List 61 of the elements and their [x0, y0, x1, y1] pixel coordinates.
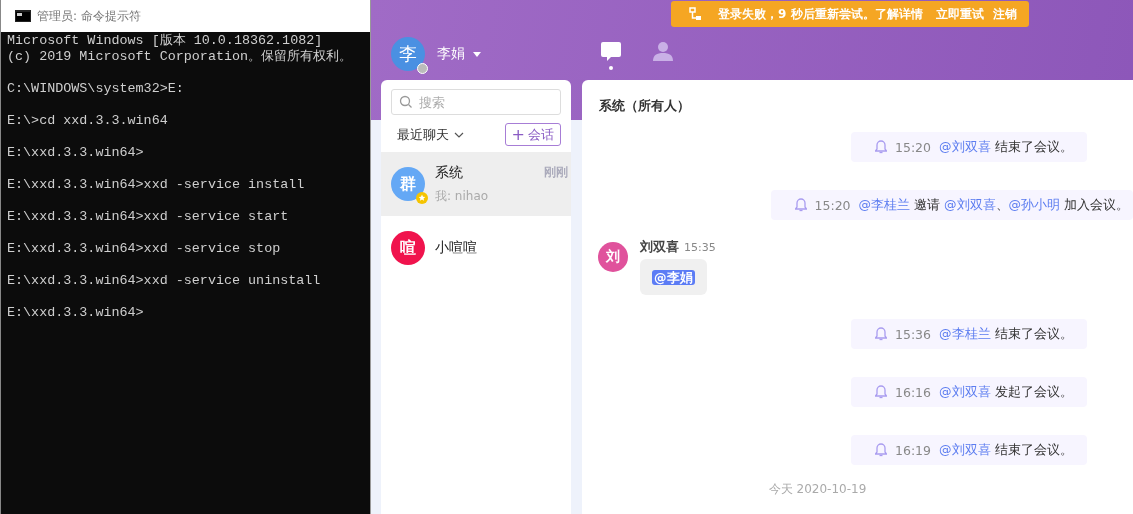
console-icon [15, 10, 31, 22]
notice-text: @刘双喜 发起了会议。 [939, 383, 1073, 401]
notice-time: 16:16 [895, 384, 932, 400]
console-line: (c) 2019 Microsoft Corporation。保留所有权利。 [7, 49, 354, 65]
bell-icon [875, 140, 887, 154]
contact-avatar: 群 [391, 167, 425, 201]
network-icon [689, 7, 703, 21]
mention-link[interactable]: @刘双喜 [939, 138, 991, 154]
notice-time: 15:20 [895, 139, 932, 155]
chevron-icon [454, 131, 464, 138]
conversation-item[interactable]: 群 系统 我: nihao 刚刚 [381, 152, 571, 216]
message-time: 15:35 [684, 241, 716, 254]
notice-time: 16:19 [895, 442, 932, 458]
notice-time: 15:20 [814, 197, 851, 213]
conversation-time: 刚刚 [544, 165, 568, 180]
banner-message: 登录失败，9 秒后重新尝试。了解详情 [718, 5, 923, 23]
console-line: E:\xxd.3.3.win64>xxd -service install [7, 177, 306, 193]
console-line: E:\>cd xxd.3.3.win64 [7, 113, 169, 129]
console-line: Microsoft Windows [版本 10.0.18362.1082] [7, 33, 324, 49]
mention-tag[interactable]: @李娟 [652, 270, 695, 285]
bell-icon [794, 198, 807, 212]
sender-avatar: 刘 [598, 242, 628, 272]
new-chat-button[interactable]: + 会话 [504, 123, 561, 146]
window-title: 管理员: 命令提示符 [37, 7, 141, 25]
mention-link[interactable]: @刘双喜 [939, 441, 991, 457]
sender-name: 刘双喜 [640, 238, 679, 256]
notice-text: @刘双喜 结束了会议。 [939, 441, 1073, 459]
notice-text: @李桂兰 邀请 @刘双喜、@孙小明 加入会议。 [858, 196, 1129, 214]
bell-icon [875, 327, 887, 341]
bell-icon [875, 443, 887, 457]
contact-avatar: 喧 [391, 231, 425, 265]
search-icon [399, 95, 413, 109]
message-preview: 我: nihao [435, 187, 489, 205]
date-divider: 今天 2020-10-19 [767, 481, 868, 498]
caret-icon[interactable] [473, 51, 481, 57]
notice-text: @刘双喜 结束了会议。 [939, 138, 1073, 156]
notice-time: 15:36 [895, 326, 932, 342]
user-name[interactable]: 李娟 [437, 45, 465, 63]
mention-link[interactable]: @刘双喜 [944, 196, 996, 212]
chat-tab[interactable] [599, 40, 623, 68]
filter-dropdown[interactable]: 最近聊天 [397, 125, 464, 144]
console-line: E:\xxd.3.3.win64>xxd -service uninstall [7, 273, 322, 289]
conversation-name: 系统 [435, 163, 463, 182]
console-line: C:\WINDOWS\system32>E: [7, 81, 185, 97]
bell-icon [875, 385, 887, 399]
search-field[interactable]: 搜索 [391, 89, 561, 115]
mention-link[interactable]: @李桂兰 [939, 325, 991, 341]
console-line: E:\xxd.3.3.win64>xxd -service stop [7, 241, 282, 257]
mention-link[interactable]: @刘双喜 [939, 383, 991, 399]
conversation-name: 小喧喧 [435, 239, 477, 257]
console-line: E:\xxd.3.3.win64>xxd -service start [7, 209, 290, 225]
conversation-item[interactable]: 喧 小喧喧 [381, 216, 571, 280]
user-avatar[interactable]: 李 [391, 37, 425, 71]
console-line: E:\xxd.3.3.win64> [7, 305, 145, 321]
mention-link[interactable]: @孙小明 [1008, 196, 1060, 212]
console-line: E:\xxd.3.3.win64> [7, 145, 145, 161]
notice-text: @李桂兰 结束了会议。 [939, 325, 1073, 343]
banner-link[interactable]: 立即重试 [935, 5, 984, 23]
chat-title: 系统（所有人） [598, 97, 691, 115]
banner-link[interactable]: 注销 [992, 5, 1017, 23]
mention-link[interactable]: @李桂兰 [858, 196, 911, 212]
